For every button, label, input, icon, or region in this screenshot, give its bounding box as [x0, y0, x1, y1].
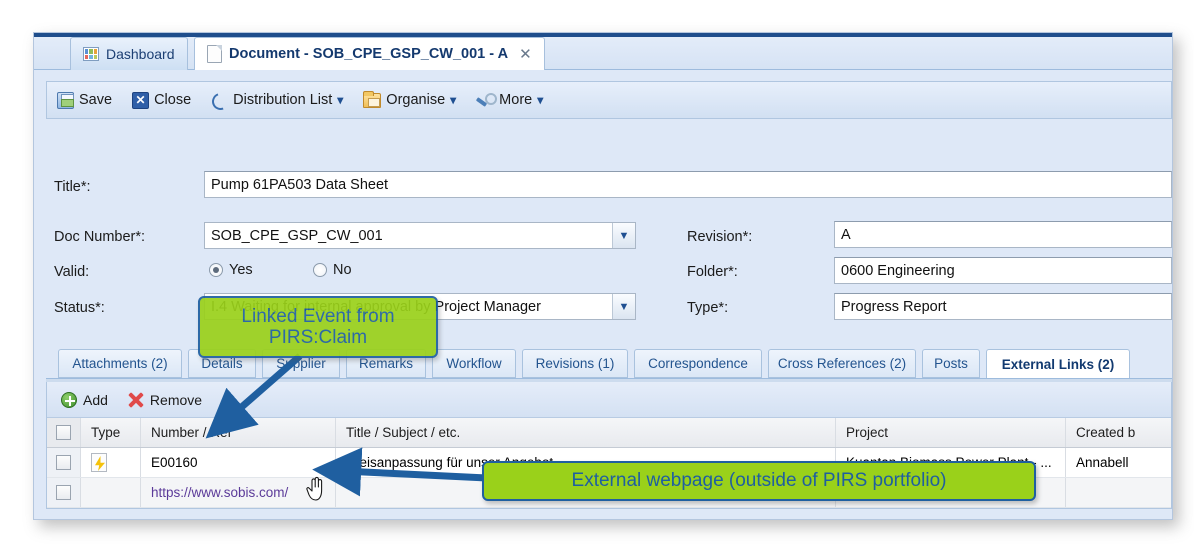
- more-label: More: [499, 93, 532, 108]
- add-label: Add: [83, 392, 108, 408]
- column-header-title[interactable]: Title / Subject / etc.: [336, 418, 836, 447]
- remove-button[interactable]: Remove: [128, 392, 202, 408]
- radio-selected-icon: [209, 263, 223, 277]
- title-input[interactable]: Pump 61PA503 Data Sheet: [204, 171, 1172, 198]
- row-type-cell: [81, 478, 141, 507]
- close-label: Close: [154, 93, 191, 108]
- distribution-list-label: Distribution List: [233, 93, 332, 108]
- row-created-by: [1066, 478, 1171, 507]
- tab-label: Workflow: [446, 356, 501, 371]
- valid-radio-no[interactable]: No: [313, 262, 352, 278]
- main-toolbar: Save ✕ Close Distribution List ▾ Organis…: [46, 81, 1172, 119]
- callout-external-webpage: External webpage (outside of PIRS portfo…: [482, 461, 1036, 501]
- title-label: Title*:: [54, 179, 91, 195]
- tab-label: External Links (2): [1002, 357, 1115, 372]
- column-header-number-ref[interactable]: Number / Ref: [141, 418, 336, 447]
- row-checkbox-cell[interactable]: [47, 478, 81, 507]
- add-circle-icon: [61, 392, 77, 408]
- chevron-down-icon[interactable]: ▾: [450, 93, 456, 107]
- tab-posts[interactable]: Posts: [922, 349, 980, 378]
- tab-label: Attachments (2): [72, 356, 167, 371]
- tab-label: Posts: [934, 356, 968, 371]
- app-tab-dashboard[interactable]: Dashboard: [70, 37, 188, 70]
- valid-label: Valid:: [54, 264, 89, 280]
- callout-linked-event: Linked Event from PIRS:Claim: [198, 296, 438, 358]
- valid-no-label: No: [333, 262, 352, 278]
- panel-toolbar: Add Remove: [47, 382, 1171, 418]
- tab-label: Correspondence: [648, 356, 748, 371]
- chevron-down-icon[interactable]: ▾: [337, 93, 343, 107]
- column-header-created-by[interactable]: Created b: [1066, 418, 1171, 447]
- folder-input[interactable]: 0600 Engineering: [834, 257, 1172, 284]
- checkbox-icon[interactable]: [56, 425, 71, 440]
- organise-label: Organise: [386, 93, 445, 108]
- checkbox-icon[interactable]: [56, 485, 71, 500]
- close-x-icon: ✕: [132, 92, 149, 109]
- tab-revisions[interactable]: Revisions (1): [522, 349, 628, 378]
- save-icon: [57, 92, 74, 109]
- chevron-down-icon[interactable]: ▼: [612, 294, 635, 319]
- event-bolt-icon: [91, 453, 107, 472]
- row-checkbox-cell[interactable]: [47, 448, 81, 477]
- screenshot-root: Dashboard Document - SOB_CPE_GSP_CW_001 …: [0, 0, 1194, 544]
- distribution-list-button[interactable]: Distribution List ▾: [211, 92, 343, 109]
- app-tab-document-label: Document - SOB_CPE_GSP_CW_001 - A: [229, 46, 508, 62]
- save-label: Save: [79, 93, 112, 108]
- tab-label: Supplier: [276, 356, 326, 371]
- type-input[interactable]: Progress Report: [834, 293, 1172, 320]
- close-icon[interactable]: ✕: [519, 47, 532, 62]
- type-label: Type*:: [687, 300, 728, 316]
- revision-label: Revision*:: [687, 229, 752, 245]
- valid-radio-yes[interactable]: Yes: [209, 262, 253, 278]
- revision-input[interactable]: A: [834, 221, 1172, 248]
- doc-number-value: SOB_CPE_GSP_CW_001: [205, 228, 612, 244]
- save-button[interactable]: Save: [57, 92, 112, 109]
- chevron-down-icon[interactable]: ▾: [537, 93, 543, 107]
- tab-label: Cross References (2): [778, 356, 906, 371]
- close-button[interactable]: ✕ Close: [132, 92, 191, 109]
- mouse-cursor-hand: [305, 475, 327, 503]
- document-window: Dashboard Document - SOB_CPE_GSP_CW_001 …: [33, 32, 1173, 520]
- remove-x-icon: [128, 392, 144, 408]
- column-header-type[interactable]: Type: [81, 418, 141, 447]
- tab-label: Revisions (1): [536, 356, 615, 371]
- tab-attachments[interactable]: Attachments (2): [58, 349, 182, 378]
- tab-external-links[interactable]: External Links (2): [986, 349, 1130, 379]
- page-icon: [207, 45, 222, 63]
- row-created-by: Annabell: [1066, 448, 1171, 477]
- wrench-icon: [476, 92, 494, 108]
- row-number-ref: E00160: [141, 448, 336, 477]
- remove-label: Remove: [150, 392, 202, 408]
- grid-header-row: Type Number / Ref Title / Subject / etc.…: [47, 418, 1171, 448]
- valid-yes-label: Yes: [229, 262, 253, 278]
- refresh-circle-icon: [211, 92, 228, 109]
- tab-workflow[interactable]: Workflow: [432, 349, 516, 378]
- dashboard-grid-icon: [83, 47, 99, 61]
- callout-external-webpage-text: External webpage (outside of PIRS portfo…: [572, 470, 947, 491]
- column-header-project[interactable]: Project: [836, 418, 1066, 447]
- organise-button[interactable]: Organise ▾: [363, 93, 456, 108]
- status-label: Status*:: [54, 300, 105, 316]
- doc-number-label: Doc Number*:: [54, 229, 145, 245]
- checkbox-icon[interactable]: [56, 455, 71, 470]
- row-type-cell: [81, 448, 141, 477]
- tab-correspondence[interactable]: Correspondence: [634, 349, 762, 378]
- radio-empty-icon: [313, 263, 327, 277]
- chevron-down-icon[interactable]: ▼: [612, 223, 635, 248]
- app-tab-strip: Dashboard Document - SOB_CPE_GSP_CW_001 …: [34, 37, 1172, 70]
- tab-cross-references[interactable]: Cross References (2): [768, 349, 916, 378]
- tab-label: Details: [201, 356, 242, 371]
- app-tab-dashboard-label: Dashboard: [106, 46, 175, 62]
- doc-number-select[interactable]: SOB_CPE_GSP_CW_001 ▼: [204, 222, 636, 249]
- app-tab-document[interactable]: Document - SOB_CPE_GSP_CW_001 - A ✕: [194, 37, 545, 70]
- tab-label: Remarks: [359, 356, 413, 371]
- callout-linked-event-text: Linked Event from PIRS:Claim: [200, 306, 436, 349]
- folder-icon: [363, 93, 381, 108]
- folder-label: Folder*:: [687, 264, 738, 280]
- more-button[interactable]: More ▾: [476, 92, 543, 108]
- select-all-checkbox-cell[interactable]: [47, 418, 81, 447]
- add-button[interactable]: Add: [61, 392, 108, 408]
